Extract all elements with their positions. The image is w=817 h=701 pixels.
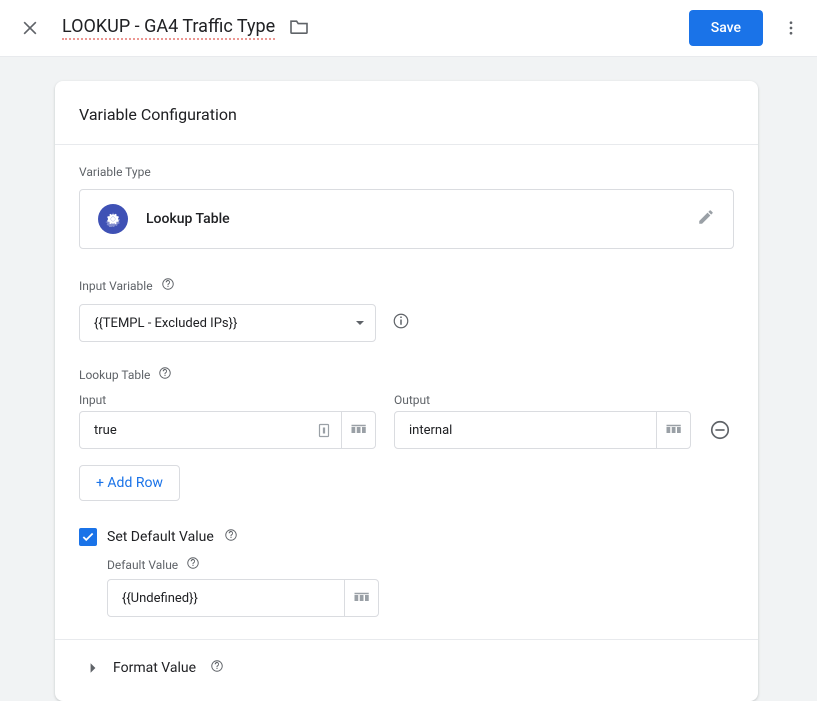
help-icon[interactable] (210, 658, 224, 677)
lookup-table-label: Lookup Table (79, 368, 150, 382)
gear-badge-icon (98, 204, 128, 234)
set-default-label: Set Default Value (107, 529, 214, 545)
default-value-cell (107, 579, 379, 617)
page-title[interactable]: LOOKUP - GA4 Traffic Type (62, 16, 275, 40)
format-value-label: Format Value (113, 660, 196, 676)
info-icon[interactable] (392, 312, 410, 334)
folder-icon[interactable] (289, 18, 309, 38)
variable-picker-icon[interactable] (341, 412, 375, 448)
input-variable-label: Input Variable (79, 279, 153, 293)
expand-field-icon[interactable] (307, 412, 341, 448)
format-value-toggle[interactable]: Format Value (79, 640, 734, 689)
variable-config-card: Variable Configuration Variable Type Loo… (55, 81, 758, 701)
column-input-label: Input (79, 393, 376, 407)
table-row (79, 411, 734, 449)
help-icon[interactable] (224, 527, 238, 546)
lookup-output-field[interactable] (395, 412, 656, 448)
set-default-checkbox[interactable] (79, 528, 97, 546)
more-menu-icon[interactable] (779, 16, 803, 40)
help-icon[interactable] (186, 556, 200, 573)
lookup-input-cell (79, 411, 376, 449)
variable-type-name: Lookup Table (146, 211, 679, 227)
lookup-input-field[interactable] (80, 412, 307, 448)
default-value-field[interactable] (108, 591, 344, 606)
help-icon[interactable] (158, 366, 172, 383)
variable-type-selector[interactable]: Lookup Table (79, 189, 734, 249)
default-value-label: Default Value (107, 558, 178, 572)
variable-picker-icon[interactable] (344, 580, 378, 616)
save-button[interactable]: Save (689, 10, 763, 46)
input-variable-select[interactable]: {{TEMPL - Excluded IPs}} (79, 304, 376, 342)
lookup-output-cell (394, 411, 691, 449)
help-icon[interactable] (161, 277, 175, 294)
close-icon[interactable] (18, 16, 42, 40)
column-output-label: Output (394, 393, 691, 407)
input-variable-value: {{TEMPL - Excluded IPs}} (94, 316, 237, 331)
edit-icon[interactable] (697, 208, 715, 230)
variable-picker-icon[interactable] (656, 412, 690, 448)
card-heading: Variable Configuration (55, 81, 758, 145)
remove-row-icon[interactable] (709, 419, 731, 441)
variable-type-label: Variable Type (79, 165, 734, 179)
add-row-button[interactable]: + Add Row (79, 465, 180, 501)
